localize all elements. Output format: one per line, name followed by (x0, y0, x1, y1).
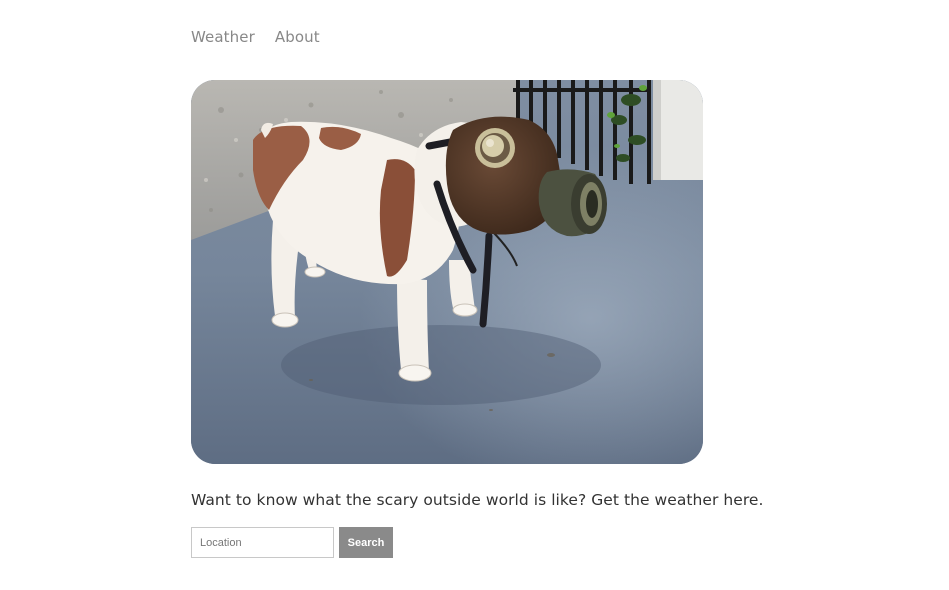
hero-image (191, 80, 703, 464)
location-input[interactable] (191, 527, 334, 558)
nav-link-weather[interactable]: Weather (191, 28, 255, 46)
page-tagline: Want to know what the scary outside worl… (191, 491, 764, 509)
main-nav: Weather About (191, 28, 320, 46)
search-button[interactable]: Search (339, 527, 393, 558)
weather-search-form: Search (191, 527, 393, 558)
nav-link-about[interactable]: About (275, 28, 320, 46)
